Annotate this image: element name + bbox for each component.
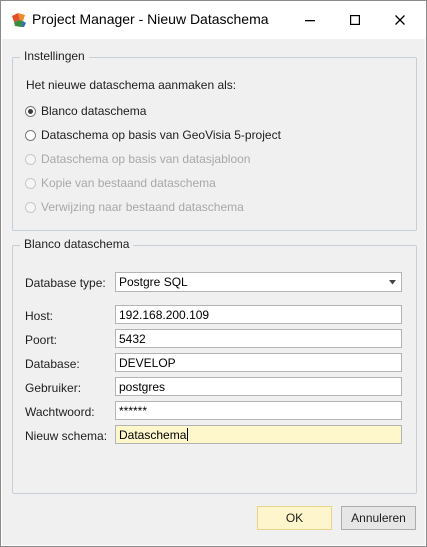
radio-label: Verwijzing naar bestaand dataschema (41, 200, 244, 214)
radio-label: Dataschema op basis van datasjabloon (41, 152, 251, 166)
user-input[interactable] (115, 377, 402, 396)
close-icon (395, 15, 405, 25)
radio-copy-existing: Kopie van bestaand dataschema (25, 174, 216, 192)
database-type-select[interactable]: Postgre SQL (115, 272, 402, 292)
radio-blank-schema[interactable]: Blanco dataschema (25, 102, 146, 120)
database-type-label: Database type: (25, 276, 106, 290)
maximize-button[interactable] (332, 1, 378, 39)
port-label: Poort: (25, 333, 58, 347)
project-manager-app-icon (12, 13, 26, 27)
database-type-value: Postgre SQL (119, 275, 188, 289)
text-caret (187, 428, 189, 441)
radio-button (25, 201, 36, 213)
chevron-down-icon (389, 280, 396, 285)
radio-data-template: Dataschema op basis van datasjabloon (25, 150, 250, 168)
database-label: Database: (25, 357, 80, 371)
minimize-button[interactable] (287, 1, 333, 39)
radio-button (25, 153, 36, 165)
cancel-button[interactable]: Annuleren (341, 506, 416, 530)
radio-label: Dataschema op basis van GeoVisia 5-proje… (41, 128, 281, 142)
title-bar[interactable]: Project Manager - Nieuw Dataschema (1, 1, 426, 39)
create-as-prompt: Het nieuwe dataschema aanmaken als: (26, 78, 237, 92)
radio-label: Kopie van bestaand dataschema (41, 176, 216, 190)
database-input[interactable] (115, 353, 402, 372)
window-title: Project Manager - Nieuw Dataschema (32, 11, 269, 27)
port-input[interactable] (115, 329, 402, 348)
close-button[interactable] (377, 1, 423, 39)
radio-reference-existing: Verwijzing naar bestaand dataschema (25, 198, 244, 216)
settings-group-label: Instellingen (20, 49, 89, 63)
host-label: Host: (25, 309, 54, 323)
blank-schema-group-label: Blanco dataschema (20, 237, 134, 251)
radio-geovisia-project[interactable]: Dataschema op basis van GeoVisia 5-proje… (25, 126, 281, 144)
minimize-icon (305, 20, 315, 22)
new-schema-value: Dataschema (119, 427, 187, 442)
dialog-window: Project Manager - Nieuw Dataschema Inste… (0, 0, 427, 547)
new-schema-label: Nieuw schema: (25, 429, 108, 443)
password-label: Wachtwoord: (25, 405, 95, 419)
ok-button[interactable]: OK (257, 506, 332, 530)
dialog-client-area: Instellingen Het nieuwe dataschema aanma… (2, 39, 425, 545)
radio-button (25, 177, 36, 189)
radio-button[interactable] (25, 129, 36, 141)
radio-button[interactable] (25, 105, 36, 117)
settings-group: Instellingen Het nieuwe dataschema aanma… (12, 49, 417, 231)
maximize-icon (350, 15, 360, 25)
host-input[interactable] (115, 305, 402, 324)
new-schema-input[interactable]: Dataschema (115, 425, 402, 444)
radio-label: Blanco dataschema (41, 104, 147, 118)
password-input[interactable] (115, 401, 402, 420)
user-label: Gebruiker: (25, 381, 82, 395)
blank-schema-group: Blanco dataschema Database type: Postgre… (12, 237, 417, 494)
